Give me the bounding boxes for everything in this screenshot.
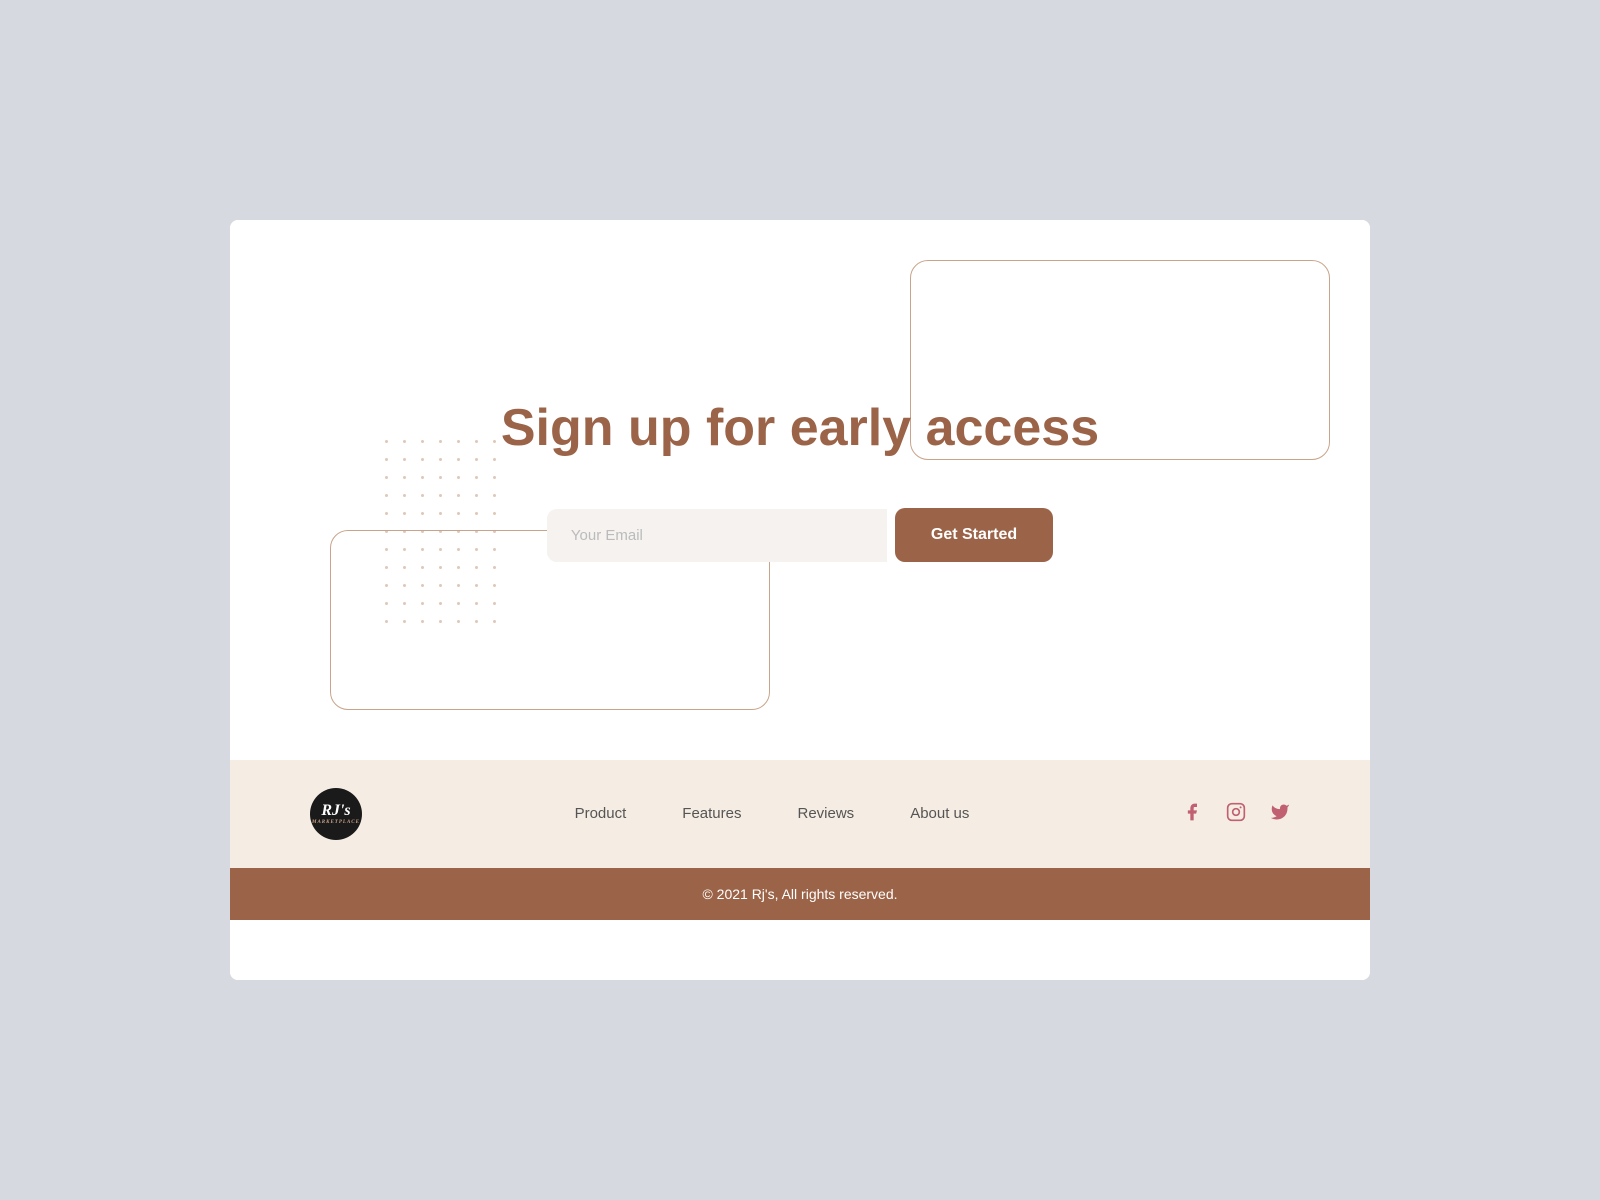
page-wrapper: Sign up for early access Get Started RJ'…: [230, 220, 1370, 980]
dot-grid: [385, 440, 503, 630]
main-content: Sign up for early access Get Started: [230, 220, 1370, 760]
instagram-icon[interactable]: [1226, 802, 1246, 827]
nav-item-product: Product: [575, 805, 627, 823]
nav-link-about[interactable]: About us: [910, 805, 969, 822]
email-form: Get Started: [547, 508, 1053, 562]
nav-item-features: Features: [682, 805, 741, 823]
below-footer: [230, 920, 1370, 980]
nav-links-list: Product Features Reviews About us: [575, 805, 970, 823]
logo: RJ's Marketplace: [310, 788, 362, 840]
twitter-icon[interactable]: [1270, 802, 1290, 827]
logo-text: RJ's Marketplace: [312, 802, 360, 825]
copyright-text: © 2021 Rj's, All rights reserved.: [248, 886, 1352, 902]
nav-link-features[interactable]: Features: [682, 805, 741, 822]
copyright-bar: © 2021 Rj's, All rights reserved.: [230, 868, 1370, 920]
facebook-icon[interactable]: [1182, 802, 1202, 827]
social-icons: [1182, 802, 1290, 827]
footer-nav: RJ's Marketplace Product Features Review…: [230, 760, 1370, 868]
nav-item-reviews: Reviews: [798, 805, 855, 823]
signup-heading: Sign up for early access: [501, 398, 1099, 458]
email-input[interactable]: [547, 509, 887, 562]
footer-navigation: Product Features Reviews About us: [575, 805, 970, 823]
nav-item-about: About us: [910, 805, 969, 823]
get-started-button[interactable]: Get Started: [895, 508, 1053, 562]
nav-link-reviews[interactable]: Reviews: [798, 805, 855, 822]
nav-link-product[interactable]: Product: [575, 805, 627, 822]
